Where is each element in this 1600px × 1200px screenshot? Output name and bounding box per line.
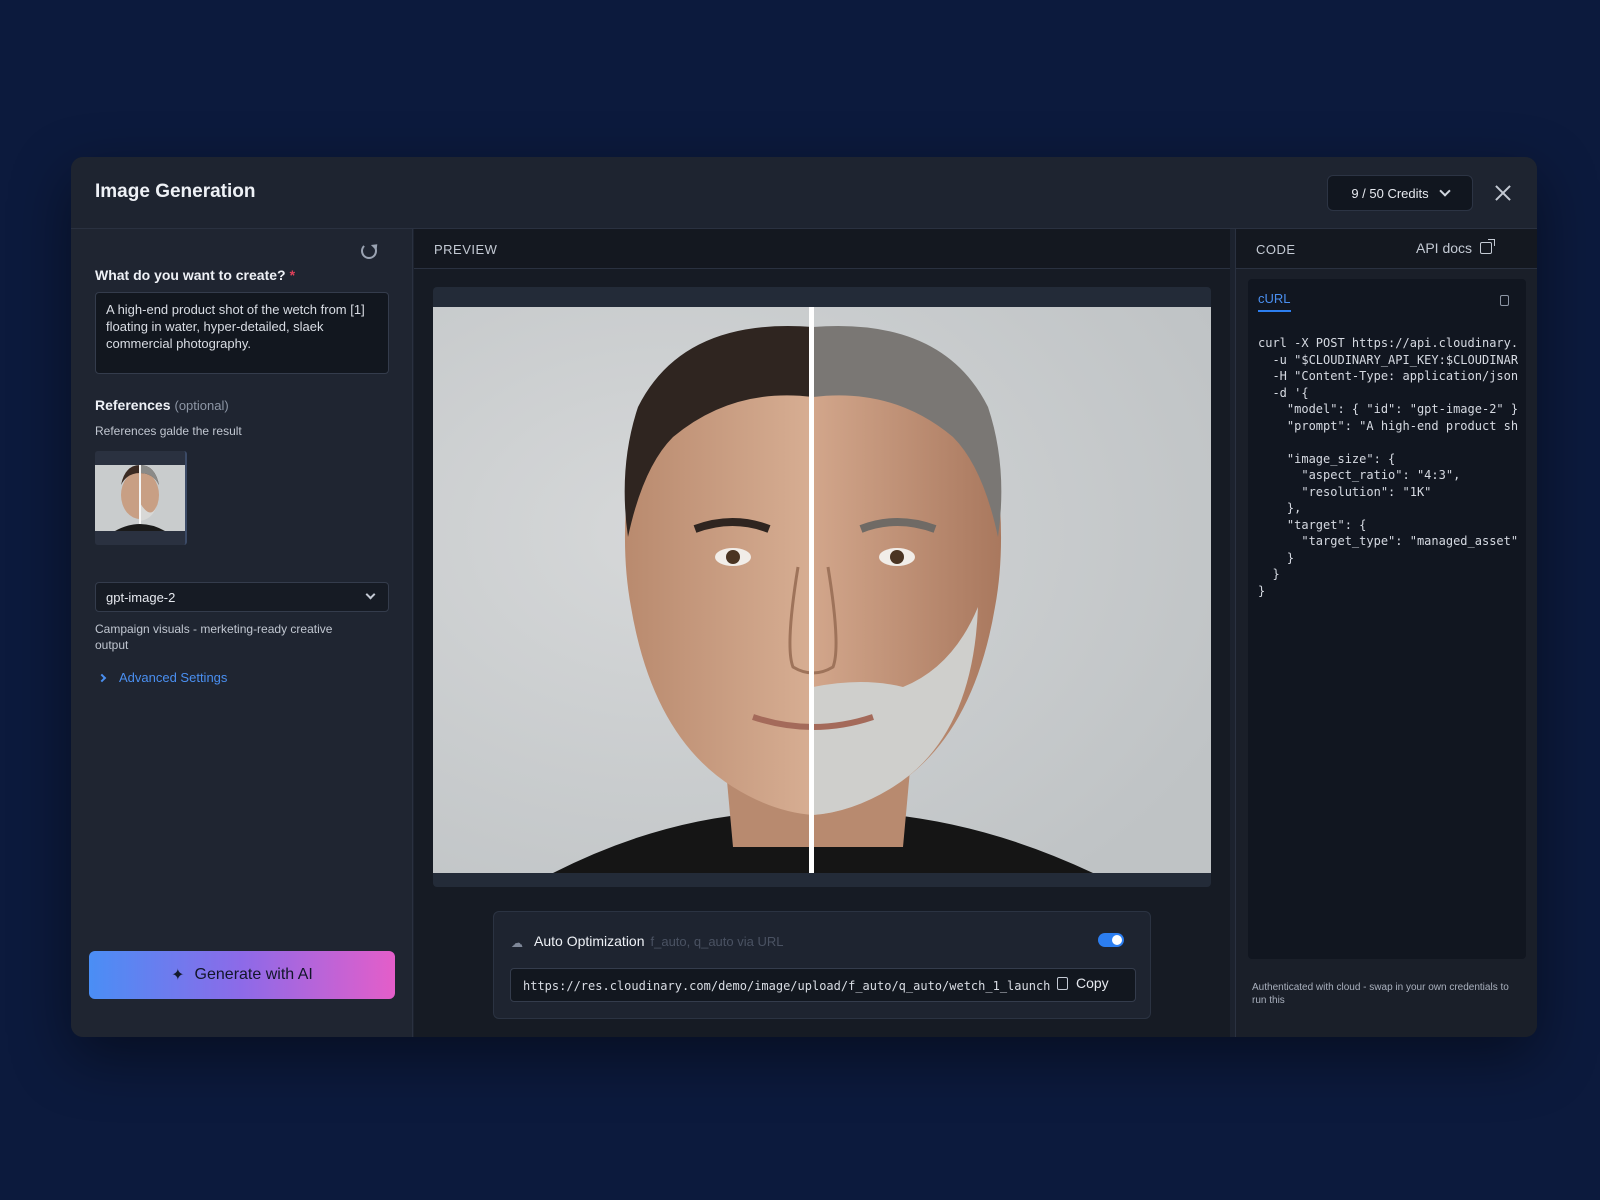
code-snippet: curl -X POST https://api.cloudinary. -u … [1258, 336, 1519, 598]
auto-optimization-panel: ☁ Auto Optimization f_auto, q_auto via UR… [493, 911, 1151, 1019]
references-optional: (optional) [174, 398, 229, 413]
chevron-down-icon [1438, 185, 1451, 197]
modal-title: Image Generation [95, 181, 256, 202]
advanced-settings-toggle[interactable]: Advanced Settings [97, 670, 228, 685]
references-subtitle: References galde the result [95, 424, 242, 438]
external-link-icon [1480, 239, 1496, 254]
refresh-icon[interactable] [361, 243, 377, 259]
preview-label: PREVIEW [434, 242, 498, 257]
settings-panel: What do you want to create? * A high-end … [71, 229, 413, 1037]
close-icon[interactable] [1491, 181, 1515, 205]
reference-thumbnail[interactable] [95, 451, 187, 545]
preview-header: PREVIEW [414, 229, 1230, 269]
code-area: cURL curl -X POST https://api.cloudinary… [1248, 279, 1526, 959]
generate-button[interactable]: ✦ Generate with AI [89, 951, 395, 999]
auth-footer: Authenticated with cloud - swap in your … [1252, 982, 1509, 1006]
model-select[interactable]: gpt-image-2 [95, 582, 389, 612]
url-value: https://res.cloudinary.com/demo/image/up… [523, 979, 1051, 993]
references-label-text: References [95, 397, 171, 413]
cloud-icon: ☁ [511, 936, 523, 950]
chevron-down-icon [365, 589, 376, 600]
preview-frame [433, 287, 1211, 887]
copy-label: Copy [1076, 975, 1109, 991]
references-label: References (optional) [95, 397, 229, 413]
tab-curl[interactable]: cURL [1258, 291, 1291, 312]
preview-image [433, 307, 1211, 873]
url-field[interactable]: https://res.cloudinary.com/demo/image/up… [510, 968, 1136, 1002]
image-generation-modal: Image Generation 9 / 50 Credits What do … [71, 157, 1537, 1037]
portrait-comparison-image [433, 307, 1211, 873]
code-label: CODE [1256, 242, 1296, 257]
api-docs-link[interactable]: API docs [1416, 239, 1496, 256]
code-header: CODE API docs [1236, 229, 1537, 269]
copy-icon[interactable] [1500, 295, 1509, 306]
code-panel: CODE API docs cURL curl -X POST https://… [1235, 229, 1537, 1037]
auto-optimization-hint: f_auto, q_auto via URL [650, 934, 784, 949]
credits-label: 9 / 50 Credits [1351, 185, 1429, 201]
copy-url-button[interactable]: Copy [1057, 975, 1109, 991]
prompt-label: What do you want to create? * [95, 267, 295, 283]
model-description: Campaign visuals - merketing-ready creat… [95, 622, 333, 652]
chevron-right-icon [97, 673, 107, 682]
modal-header: Image Generation 9 / 50 Credits [71, 157, 1537, 229]
prompt-input[interactable]: A high-end product shot of the wetch fro… [95, 292, 389, 374]
model-select-value: gpt-image-2 [106, 590, 176, 605]
auto-optimization-title: Auto Optimization f_auto, q_auto via URL [534, 933, 783, 949]
api-docs-label: API docs [1416, 240, 1473, 256]
auto-optimization-toggle[interactable] [1098, 933, 1124, 947]
prompt-label-text: What do you want to create? [95, 267, 286, 283]
sparkle-icon: ✦ [171, 967, 185, 984]
reference-image [95, 451, 185, 545]
copy-icon [1057, 976, 1068, 990]
required-mark: * [289, 267, 296, 283]
auto-optimization-label: Auto Optimization [534, 933, 645, 949]
credits-dropdown[interactable]: 9 / 50 Credits [1327, 175, 1473, 211]
advanced-settings-label: Advanced Settings [119, 670, 228, 685]
generate-button-label: Generate with AI [194, 966, 313, 983]
preview-panel: PREVIEW ☁ Auto Optimization f_auto, q_au… [414, 229, 1230, 1037]
